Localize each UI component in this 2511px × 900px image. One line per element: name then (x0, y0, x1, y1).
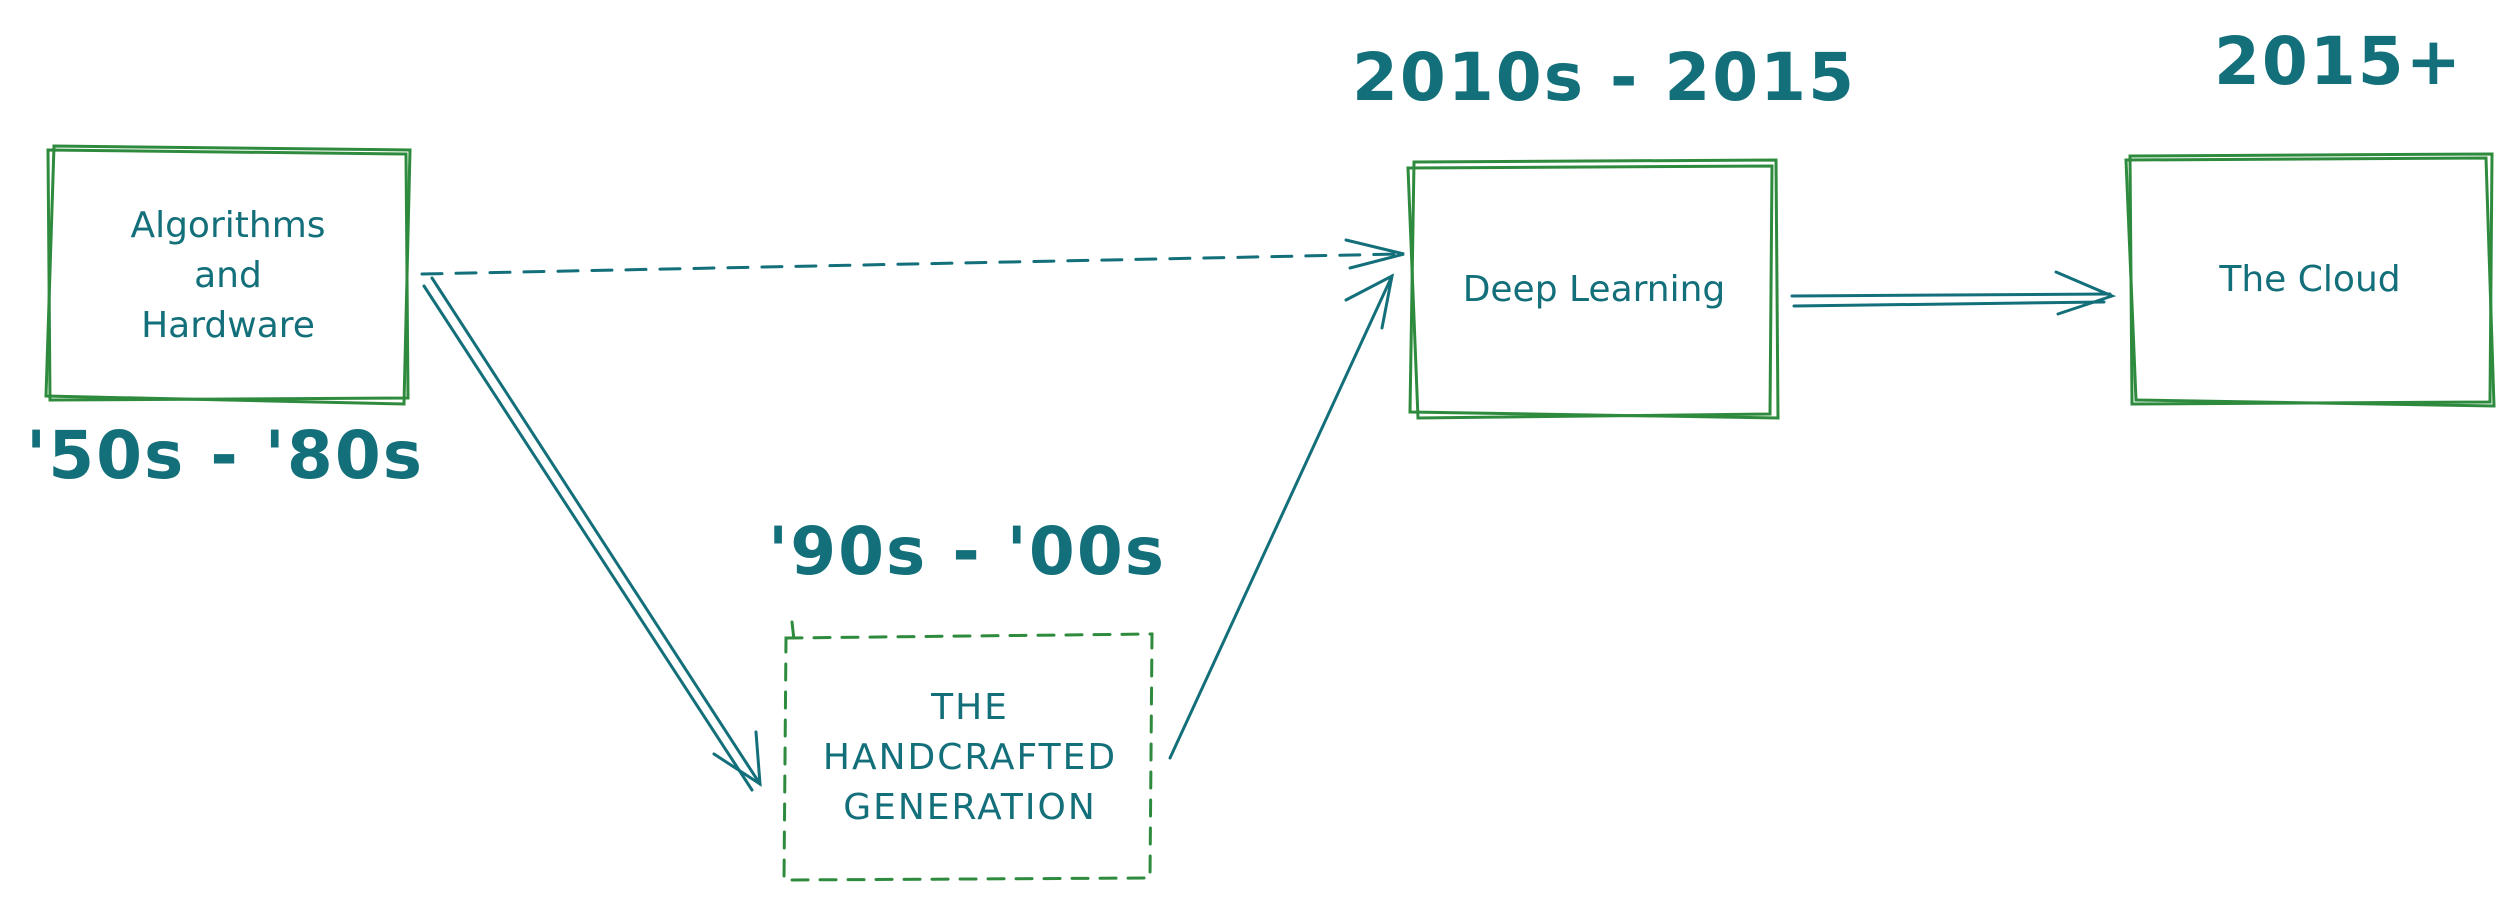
era-label-2010s-2015: 2010s - 2015 (1352, 39, 1857, 116)
era-label-2015-plus: 2015+ (2214, 23, 2463, 100)
node-algorithms-line-1: Algorithms (130, 205, 326, 246)
node-deep-learning-label: Deep Learning (1462, 269, 1726, 310)
arrow-deep-learning-to-cloud (1790, 270, 2117, 316)
node-deep-learning: Deep Learning (1412, 162, 1776, 418)
era-label-90s-00s: '90s - '00s (768, 513, 1167, 590)
arrow-algorithms-to-deep-learning (420, 238, 1405, 276)
node-algorithms-line-2: and (194, 255, 262, 296)
node-handcrafted-line-3: GENERATION (843, 787, 1097, 828)
node-handcrafted-line-2: HANDCRAFTED (822, 737, 1118, 778)
arrow-algorithms-to-handcrafted (422, 276, 762, 792)
era-label-50s-80s: '50s - '80s (26, 417, 425, 494)
node-cloud: The Cloud (2128, 156, 2492, 404)
node-handcrafted: THE HANDCRAFTED GENERATION (784, 636, 1156, 880)
node-algorithms: Algorithms and Hardware (48, 152, 408, 400)
node-algorithms-line-3: Hardware (141, 305, 315, 346)
node-cloud-label: The Cloud (2219, 259, 2401, 300)
node-handcrafted-line-1: THE (931, 687, 1009, 728)
arrow-handcrafted-to-deep-learning (1168, 273, 1395, 760)
